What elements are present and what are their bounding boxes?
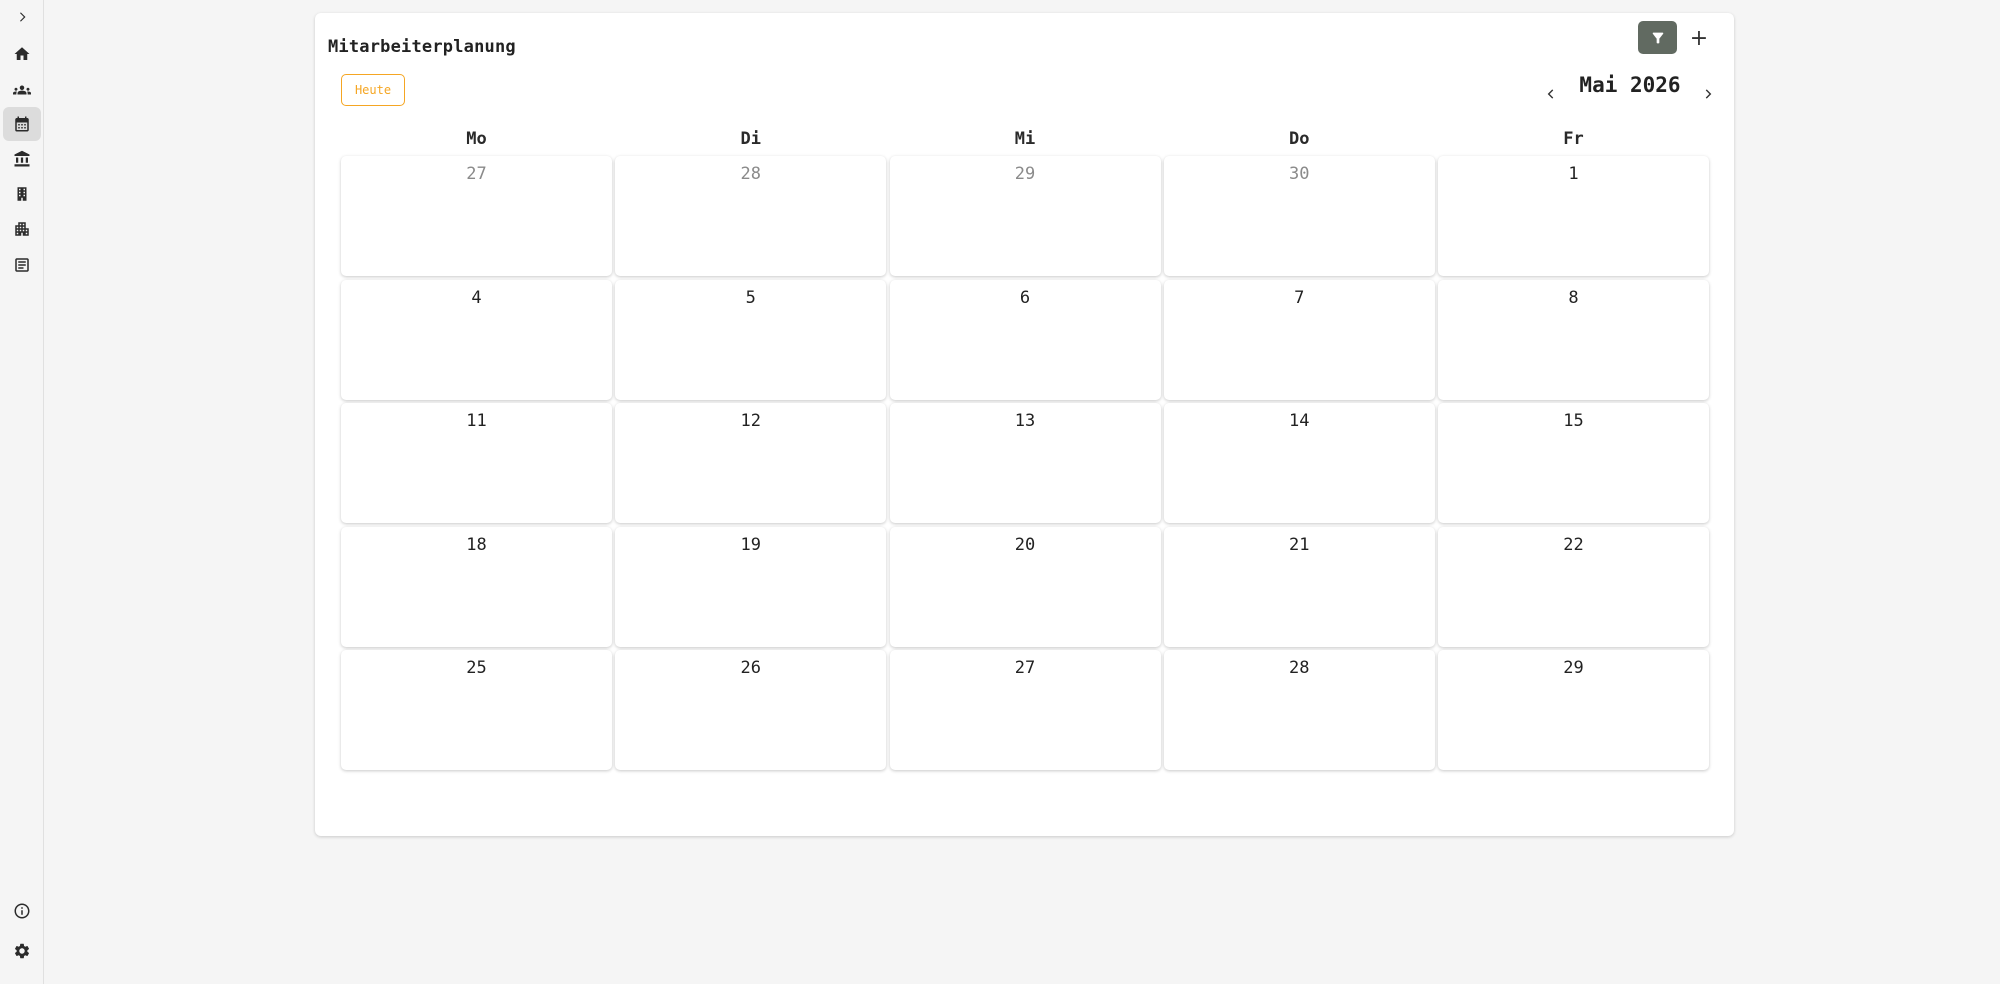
- weekday-header: Mo Di Mi Do Fr: [341, 127, 1709, 151]
- sidebar-item-bank[interactable]: [3, 142, 41, 176]
- calendar-day-cell[interactable]: 22: [1438, 526, 1709, 647]
- calendar-day-cell[interactable]: 21: [1163, 526, 1435, 647]
- add-button[interactable]: +: [1686, 25, 1712, 51]
- day-number: 11: [466, 411, 487, 431]
- receipt-icon: [15, 258, 29, 272]
- day-number: 1: [1568, 164, 1579, 184]
- calendar-day-cell[interactable]: 1: [1438, 156, 1709, 276]
- sidebar: [0, 0, 44, 984]
- bank-icon: [14, 150, 30, 167]
- calendar-day-cell[interactable]: 20: [889, 526, 1161, 647]
- today-button[interactable]: Heute: [341, 74, 405, 106]
- calendar-day-cell[interactable]: 12: [615, 403, 887, 523]
- day-number: 14: [1289, 411, 1310, 431]
- sidebar-item-calendar[interactable]: [3, 107, 41, 141]
- calendar-icon: [15, 116, 29, 132]
- sidebar-item-employees[interactable]: [3, 73, 41, 107]
- calendar-day-cell[interactable]: 14: [1163, 403, 1435, 523]
- previous-month-button[interactable]: [1540, 83, 1562, 105]
- chevron-left-icon: [1547, 89, 1554, 99]
- calendar-day-cell[interactable]: 29: [889, 156, 1161, 276]
- sidebar-expand-button[interactable]: [3, 0, 41, 34]
- calendar-day-cell[interactable]: 11: [341, 403, 612, 523]
- calendar-day-cell[interactable]: 29: [1438, 650, 1709, 770]
- sidebar-item-info[interactable]: [3, 894, 41, 928]
- sidebar-item-apartments[interactable]: [3, 212, 41, 246]
- day-number: 26: [740, 658, 761, 678]
- day-number: 4: [471, 287, 482, 308]
- weekday-label: Mo: [466, 129, 487, 149]
- day-number: 28: [1289, 658, 1310, 678]
- gear-icon: [14, 943, 30, 959]
- calendar-day-cell[interactable]: 30: [1163, 156, 1435, 276]
- day-number: 27: [466, 164, 487, 184]
- people-icon: [13, 85, 31, 95]
- sidebar-item-receipts[interactable]: [3, 248, 41, 282]
- page-title: Mitarbeiterplanung: [328, 37, 516, 57]
- day-number: 28: [740, 164, 761, 184]
- calendar-day-cell[interactable]: 6: [889, 279, 1161, 400]
- calendar-day-cell[interactable]: 27: [889, 650, 1161, 770]
- month-label: Mai 2026: [1579, 73, 1681, 97]
- weekday-label: Di: [740, 129, 761, 149]
- day-number: 29: [1563, 658, 1584, 678]
- building-icon: [17, 187, 27, 201]
- chevron-right-icon: [1705, 89, 1712, 99]
- apartment-icon: [15, 222, 29, 236]
- day-number: 18: [466, 534, 487, 555]
- day-number: 8: [1568, 287, 1579, 308]
- calendar-day-cell[interactable]: 19: [615, 526, 887, 647]
- day-number: 29: [1014, 164, 1036, 184]
- info-icon: [14, 903, 30, 919]
- sidebar-item-settings[interactable]: [3, 934, 41, 968]
- day-number: 25: [466, 658, 487, 678]
- weekday-label: Mi: [1014, 129, 1036, 149]
- day-number: 6: [1019, 287, 1031, 308]
- day-number: 21: [1289, 534, 1310, 555]
- calendar-day-cell[interactable]: 4: [341, 279, 612, 400]
- day-number: 15: [1563, 411, 1584, 431]
- calendar-day-cell[interactable]: 15: [1438, 403, 1709, 523]
- day-number: 5: [745, 287, 756, 308]
- day-number: 13: [1014, 411, 1036, 431]
- calendar-day-cell[interactable]: 27: [341, 156, 612, 276]
- calendar-day-cell[interactable]: 8: [1438, 279, 1709, 400]
- day-number: 19: [740, 534, 761, 555]
- calendar-day-cell[interactable]: 28: [615, 156, 887, 276]
- home-icon: [14, 47, 30, 60]
- weekday-label: Fr: [1563, 129, 1584, 149]
- calendar-day-cell[interactable]: 25: [341, 650, 612, 770]
- next-month-button[interactable]: [1697, 83, 1719, 105]
- sidebar-item-home[interactable]: [3, 37, 41, 71]
- planning-card: Mitarbeiterplanung + Heute Mai 2026 Mo D…: [315, 13, 1734, 836]
- chevron-right-icon: [20, 12, 26, 22]
- filter-icon: [1652, 32, 1663, 43]
- day-number: 20: [1014, 534, 1036, 555]
- weekday-label: Do: [1289, 129, 1310, 149]
- filter-button[interactable]: [1638, 21, 1677, 54]
- calendar-day-cell[interactable]: 28: [1163, 650, 1435, 770]
- calendar-day-cell[interactable]: 5: [615, 279, 887, 400]
- calendar-day-cell[interactable]: 13: [889, 403, 1161, 523]
- calendar-day-cell[interactable]: 7: [1163, 279, 1435, 400]
- day-number: 7: [1294, 287, 1305, 308]
- calendar-grid: 27 28 29 30 1 4 5 6 7 8 11 12 13 14 15 18 19 20 21 22 25 26 27…: [341, 156, 1709, 770]
- day-number: 22: [1563, 534, 1584, 555]
- calendar-day-cell[interactable]: 26: [615, 650, 887, 770]
- sidebar-item-building[interactable]: [3, 177, 41, 211]
- day-number: 27: [1014, 658, 1036, 678]
- day-number: 30: [1289, 164, 1310, 184]
- day-number: 12: [740, 411, 761, 431]
- calendar-day-cell[interactable]: 18: [341, 526, 612, 647]
